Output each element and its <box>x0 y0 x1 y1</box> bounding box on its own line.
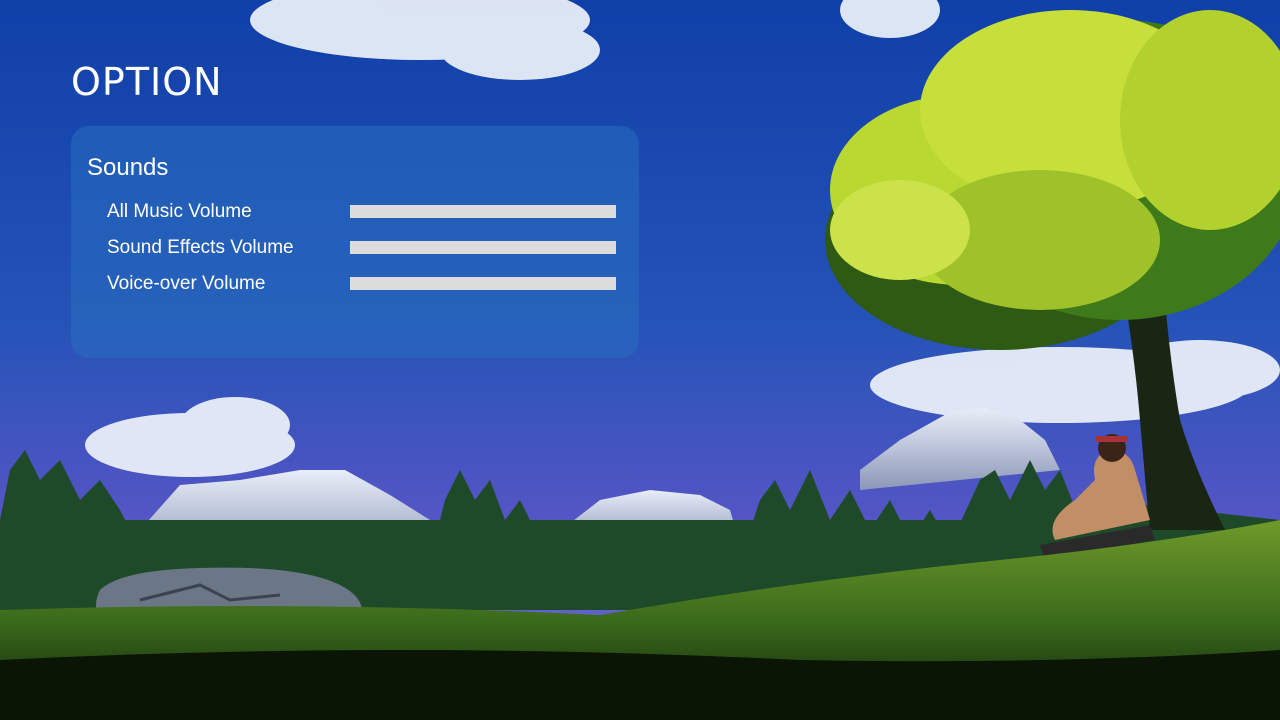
option-label-sfx-volume: Sound Effects Volume <box>107 237 294 258</box>
option-row-music-volume: All Music Volume <box>107 197 617 227</box>
section-heading-sounds: Sounds <box>87 154 169 181</box>
music-volume-slider[interactable] <box>350 205 616 218</box>
voice-volume-slider-fill <box>350 277 616 290</box>
option-label-voice-volume: Voice-over Volume <box>107 273 266 294</box>
option-row-voice-volume: Voice-over Volume <box>107 269 617 299</box>
sfx-volume-slider-fill <box>350 241 616 254</box>
background-scene <box>0 0 1280 720</box>
voice-volume-slider[interactable] <box>350 277 616 290</box>
page-title: OPTION <box>71 60 223 104</box>
music-volume-slider-fill <box>350 205 616 218</box>
options-panel: Sounds All Music Volume Sound Effects Vo… <box>71 126 639 358</box>
option-label-music-volume: All Music Volume <box>107 201 252 222</box>
sfx-volume-slider[interactable] <box>350 241 616 254</box>
option-row-sfx-volume: Sound Effects Volume <box>107 233 617 263</box>
